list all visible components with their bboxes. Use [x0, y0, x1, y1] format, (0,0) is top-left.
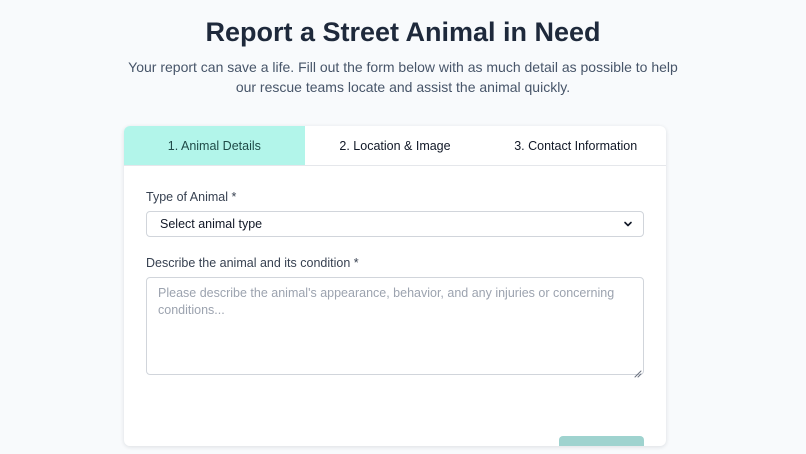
tab-location-image[interactable]: 2. Location & Image	[305, 126, 486, 165]
tab-animal-details[interactable]: 1. Animal Details	[124, 126, 305, 165]
animal-type-selected-value: Select animal type	[160, 217, 263, 231]
next-step-button[interactable]: Next Step	[559, 436, 644, 446]
step-tabs: 1. Animal Details 2. Location & Image 3.…	[124, 126, 666, 166]
resize-handle-icon[interactable]	[634, 365, 642, 378]
description-label: Describe the animal and its condition *	[146, 256, 359, 270]
description-placeholder: Please describe the animal's appearance,…	[158, 286, 615, 317]
page-subtitle: Your report can save a life. Fill out th…	[128, 59, 678, 95]
animal-type-label: Type of Animal *	[146, 190, 237, 204]
tab-contact-information[interactable]: 3. Contact Information	[485, 126, 666, 165]
report-form-card: 1. Animal Details 2. Location & Image 3.…	[124, 126, 666, 446]
report-page: Report a Street Animal in Need Your repo…	[0, 0, 806, 454]
description-textarea[interactable]: Please describe the animal's appearance,…	[146, 277, 644, 378]
page-title: Report a Street Animal in Need	[205, 17, 601, 47]
animal-type-select[interactable]: Select animal type	[146, 211, 644, 237]
chevron-down-icon	[623, 219, 633, 229]
